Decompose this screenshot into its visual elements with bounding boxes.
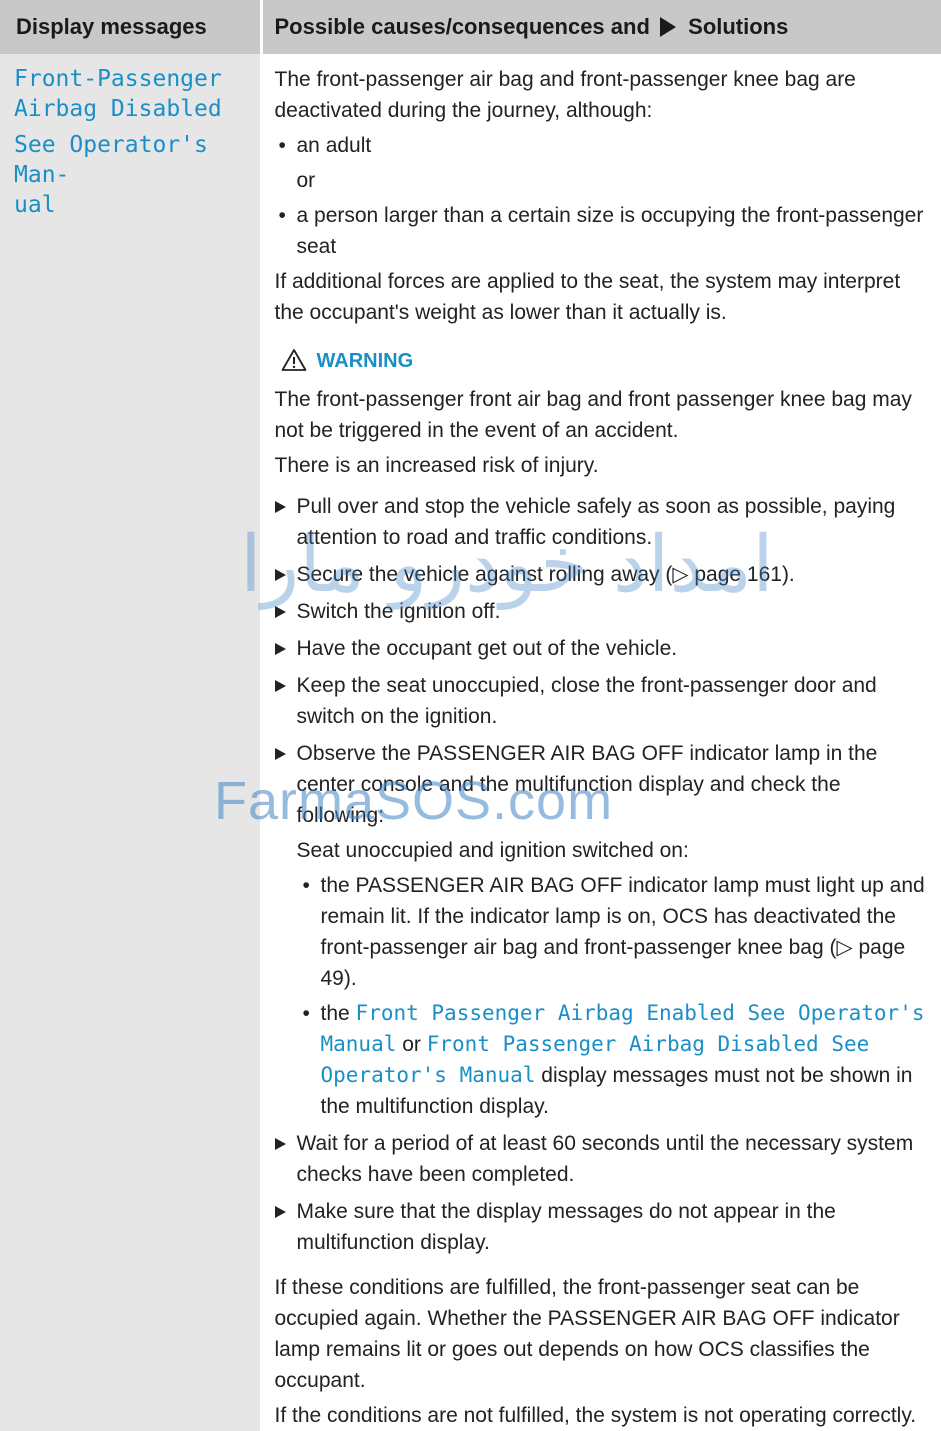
list-item: the Front Passenger Airbag Enabled See O…: [297, 998, 932, 1122]
step-item: Switch the ignition off.: [274, 596, 932, 627]
check-list: the PASSENGER AIR BAG OFF indicator lamp…: [297, 870, 932, 1122]
step-item: Pull over and stop the vehicle safely as…: [274, 491, 932, 553]
step-arrow-icon: [274, 606, 286, 618]
warning-label: WARNING: [316, 350, 414, 372]
sub2-pre: the: [320, 1002, 350, 1025]
solution-arrow-icon: [660, 17, 677, 37]
list-item: an adult: [275, 130, 932, 161]
step-text: Secure the vehicle against rolling away …: [296, 563, 795, 586]
warning-text-2: There is an increased risk of injury.: [274, 454, 599, 477]
table-header-row: Display messages Possible causes/consequ…: [0, 0, 941, 54]
header-display-messages: Display messages: [0, 0, 261, 54]
step-item: Have the occupant get out of the vehicle…: [274, 633, 932, 664]
step-text: Make sure that the display messages do n…: [296, 1200, 836, 1254]
step-text: Have the occupant get out of the vehicle…: [296, 637, 678, 660]
display-messages-table: Display messages Possible causes/consequ…: [0, 0, 941, 1431]
header-solutions-label: Solutions: [688, 14, 789, 39]
step-text: Switch the ignition off.: [296, 600, 501, 623]
message-line-2: Airbag Disabled: [14, 96, 222, 122]
table-row: Front-Passenger Airbag Disabled See Oper…: [0, 54, 941, 1431]
message-line-3: See Operator's Man-: [14, 132, 208, 188]
step-arrow-icon: [274, 680, 286, 692]
warning-triangle-icon: [281, 349, 306, 371]
causes-solutions-cell: The front-passenger air bag and front-pa…: [259, 54, 941, 1431]
step-text: Pull over and stop the vehicle safely as…: [296, 495, 896, 549]
occupant-list-2: a person larger than a certain size is o…: [275, 200, 932, 262]
step-text: Observe the PASSENGER AIR BAG OFF indica…: [296, 742, 878, 827]
warning-heading: WARNING: [281, 346, 932, 376]
step-item: Keep the seat unoccupied, close the fron…: [274, 670, 932, 732]
list-item: the PASSENGER AIR BAG OFF indicator lamp…: [297, 870, 932, 994]
step-arrow-icon: [274, 1138, 286, 1150]
display-message-cell: Front-Passenger Airbag Disabled See Oper…: [0, 54, 261, 1431]
manual-page: Display messages Possible causes/consequ…: [0, 0, 941, 1431]
step-arrow-icon: [274, 501, 286, 513]
message-line-1: Front-Passenger: [14, 66, 222, 92]
step-item: Secure the vehicle against rolling away …: [274, 559, 932, 590]
steps-list: Pull over and stop the vehicle safely as…: [274, 491, 932, 1258]
not-fulfilled-text: If the conditions are not fulfilled, the…: [274, 1404, 917, 1427]
sub2-mid: or: [402, 1033, 421, 1056]
step-arrow-icon: [274, 643, 286, 655]
step-arrow-icon: [274, 569, 286, 581]
warning-text-1: The front-passenger front air bag and fr…: [274, 388, 912, 442]
step-text: Keep the seat unoccupied, close the fron…: [296, 674, 877, 728]
list-item: a person larger than a certain size is o…: [275, 200, 932, 262]
step-arrow-icon: [274, 1206, 286, 1218]
step-text: Wait for a period of at least 60 seconds…: [296, 1132, 914, 1186]
forces-text: If additional forces are applied to the …: [274, 270, 901, 324]
or-text: or: [296, 169, 316, 192]
step-item: Wait for a period of at least 60 seconds…: [274, 1128, 932, 1190]
intro-text: The front-passenger air bag and front-pa…: [274, 68, 856, 122]
step-item: Make sure that the display messages do n…: [274, 1196, 932, 1258]
header-causes-solutions: Possible causes/consequences and Solutio…: [259, 0, 941, 54]
occupant-list: an adult: [275, 130, 932, 161]
seat-condition-text: Seat unoccupied and ignition switched on…: [296, 839, 689, 862]
header-causes-label: Possible causes/consequences and: [274, 14, 650, 39]
message-line-4: ual: [14, 192, 56, 218]
step-item: Observe the PASSENGER AIR BAG OFF indica…: [274, 738, 932, 1122]
fulfilled-text: If these conditions are fulfilled, the f…: [274, 1276, 900, 1392]
step-arrow-icon: [274, 748, 286, 760]
